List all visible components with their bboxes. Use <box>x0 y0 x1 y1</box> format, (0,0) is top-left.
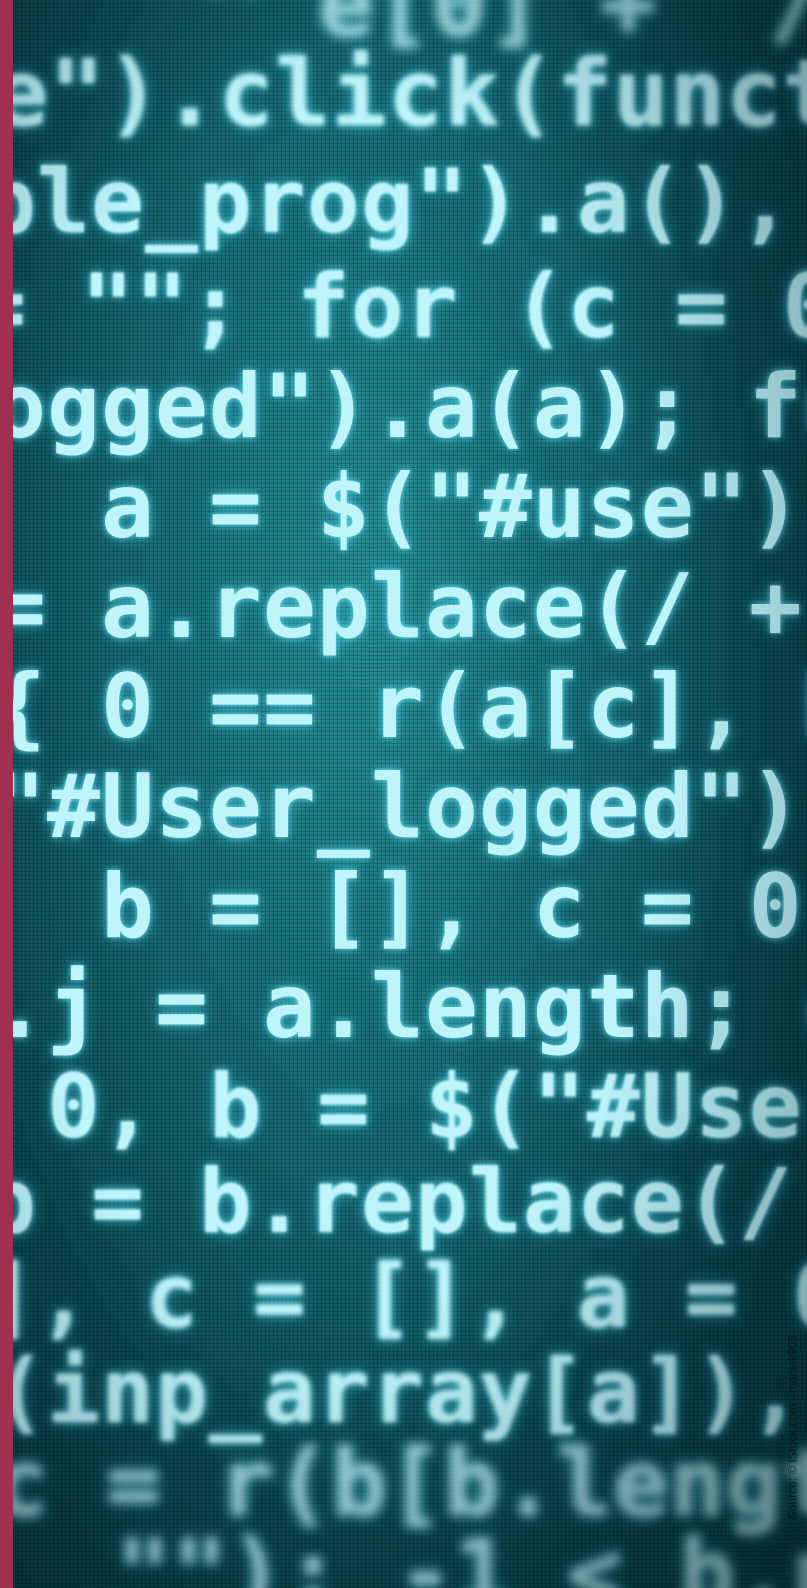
code-line: ""); -1 < b.pu <box>115 1520 807 1588</box>
code-line: b = [], c = 0;c < a <box>100 855 807 958</box>
code-line: a = $("#use").a(); <box>100 455 807 558</box>
code-line: ogged").a(a); functi <box>13 355 807 458</box>
code-line: e").click(function( <box>13 40 807 147</box>
code-line: { 0 == r(a[c], b) && <box>13 655 807 758</box>
code-screen-photo: ^ e[0] + / e").click(function( ple_prog"… <box>13 0 807 1588</box>
code-line: (inp_array[a]), b.pu <box>13 1340 803 1443</box>
code-line: b = b.replace(/ +(?= <box>13 1150 793 1253</box>
code-line: 0, b = $("#User_log <box>46 1055 807 1158</box>
code-line: ple_prog").a(), c = <box>13 150 793 253</box>
code-line: ], c = [], a = 0;a < <box>13 1245 807 1348</box>
code-line: "#User_logged").a() <box>13 755 807 858</box>
code-line: .j = a.length; c.uni <box>13 955 807 1058</box>
photo-credit: Source: © iStock.com - maciek905 <box>785 1335 799 1520</box>
page: ^ e[0] + / e").click(function( ple_prog"… <box>0 0 807 1588</box>
code-line: = a.replace(/ +(?= <box>13 555 807 658</box>
side-color-band <box>0 0 13 1588</box>
code-line: = ""; for (c = 0;c < <box>13 255 807 358</box>
